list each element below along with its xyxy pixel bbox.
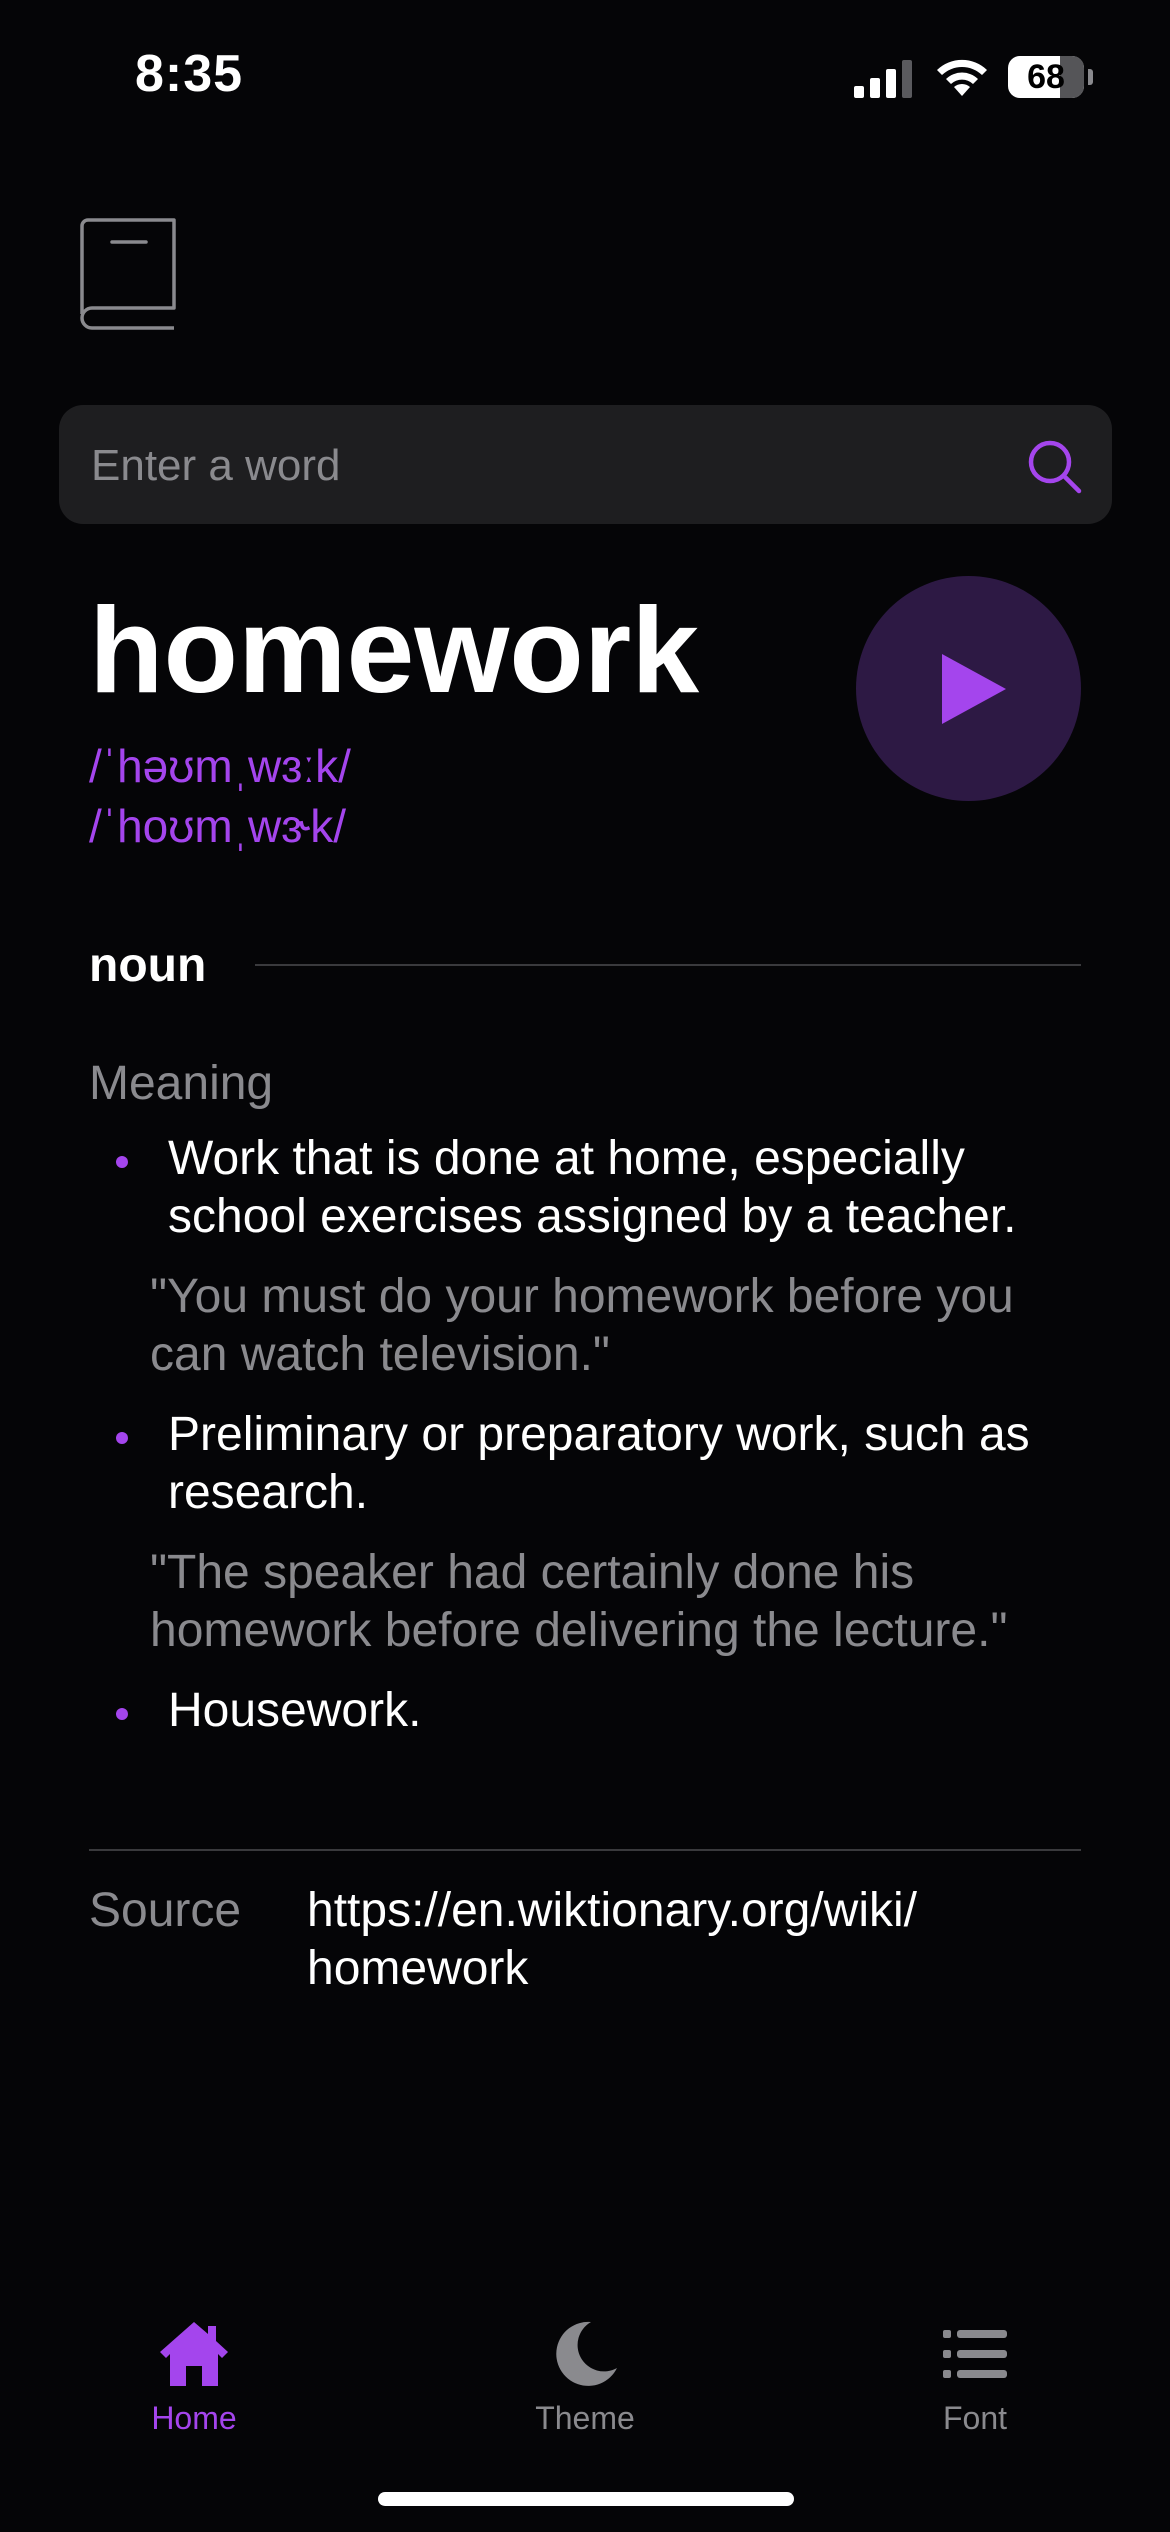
status-bar: 8:35 68 <box>0 0 1170 150</box>
tab-label: Home <box>151 2400 237 2436</box>
status-time: 8:35 <box>135 45 244 103</box>
wifi-icon <box>937 59 987 96</box>
definition-item: Housework. <box>110 1682 1090 1740</box>
part-of-speech: noun <box>89 939 207 992</box>
list-icon <box>943 2330 1007 2378</box>
word-title: homework <box>89 582 700 718</box>
phonetic-uk: /ˈhəʊmˌwɜːk/ <box>89 740 351 792</box>
tab-font[interactable]: Font <box>855 2290 1095 2440</box>
tab-label: Theme <box>535 2400 635 2436</box>
moon-icon <box>556 2321 617 2386</box>
definition-item: Preliminary or preparatory work, such as… <box>110 1406 1090 1522</box>
definition-text: Housework. <box>168 1684 422 1737</box>
divider <box>255 964 1081 966</box>
tab-home[interactable]: Home <box>74 2290 314 2440</box>
search-bar[interactable] <box>59 405 1112 526</box>
source-link[interactable]: https://en.wiktionary.org/wiki/homework <box>307 1882 927 1998</box>
search-input[interactable] <box>89 405 993 526</box>
search-icon[interactable] <box>1027 439 1083 495</box>
signal-icon <box>854 60 912 98</box>
definition-example: "The speaker had certainly done his home… <box>150 1546 1008 1657</box>
book-icon <box>80 218 176 330</box>
home-indicator[interactable] <box>378 2492 794 2506</box>
bullet-icon <box>116 1156 128 1168</box>
definition-text: Work that is done at home, especially sc… <box>168 1132 1017 1243</box>
battery-level: 68 <box>1027 58 1065 96</box>
play-icon <box>942 654 1006 724</box>
phonetic-us: /ˈhoʊmˌwɝk/ <box>89 800 347 852</box>
play-pronunciation-button[interactable] <box>856 576 1081 801</box>
meaning-heading: Meaning <box>89 1057 274 1110</box>
divider <box>89 1849 1081 1851</box>
battery-icon: 68 <box>1008 56 1093 98</box>
bullet-icon <box>116 1432 128 1444</box>
definition-text: Preliminary or preparatory work, such as… <box>168 1408 1030 1519</box>
tab-theme[interactable]: Theme <box>465 2290 705 2440</box>
definition-example: "You must do your homework before you ca… <box>150 1270 1014 1381</box>
source-label: Source <box>89 1884 242 1937</box>
definition-list: Work that is done at home, especially sc… <box>110 1130 1090 1740</box>
definition-item: Work that is done at home, especially sc… <box>110 1130 1090 1246</box>
tab-label: Font <box>942 2400 1008 2436</box>
home-icon <box>160 2322 228 2386</box>
bullet-icon <box>116 1708 128 1720</box>
tab-bar: Home Theme Font <box>0 2290 1170 2460</box>
